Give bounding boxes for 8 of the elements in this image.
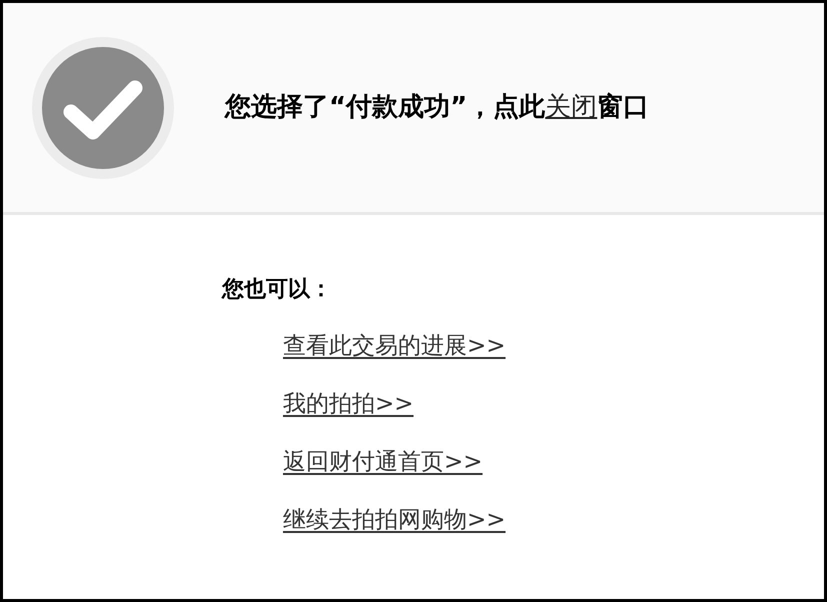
option-link[interactable]: 我的拍拍>>: [283, 388, 414, 420]
option-link[interactable]: 查看此交易的进展>>: [283, 330, 506, 362]
option-link[interactable]: 返回财付通首页>>: [283, 446, 483, 478]
close-link[interactable]: 关闭: [545, 92, 598, 122]
checkmark-icon: [31, 36, 175, 180]
option-link[interactable]: 继续去拍拍网购物>>: [283, 504, 506, 536]
status-message: 您选择了“付款成功”，点此关闭窗口: [225, 91, 650, 124]
options-heading: 您也可以：: [222, 276, 333, 304]
